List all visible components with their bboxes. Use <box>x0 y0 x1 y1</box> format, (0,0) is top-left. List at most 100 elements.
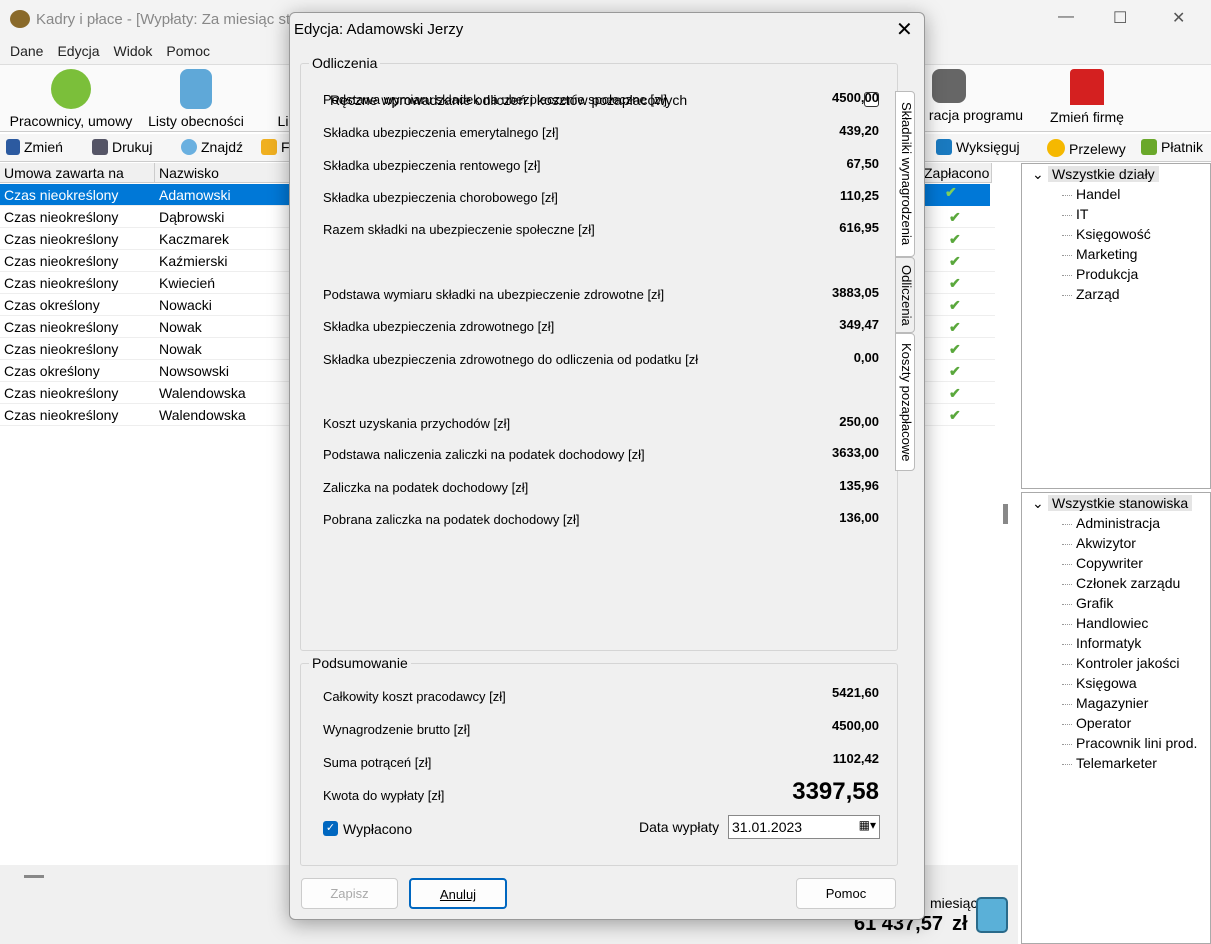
tree-connector <box>1062 544 1072 545</box>
collapse-icon[interactable]: ⌄ <box>1032 495 1044 512</box>
tree-item[interactable]: Magazynier <box>1076 695 1148 711</box>
calendar-dropdown-icon[interactable]: ▦▾ <box>859 818 876 832</box>
surname-cell: Kaźmierski <box>159 253 228 269</box>
collapse-icon[interactable]: ⌄ <box>1032 166 1044 183</box>
contract-cell: Czas określony <box>4 363 100 379</box>
window-title: Kadry i płace - [Wypłaty: Za miesiąc st <box>36 11 291 28</box>
save-button[interactable]: Zapisz <box>301 878 398 909</box>
filter-button[interactable]: F <box>261 139 290 155</box>
checkmark-icon: ✔ <box>949 231 961 247</box>
coin-icon <box>1047 139 1065 157</box>
find-button[interactable]: Znajdź <box>181 139 243 155</box>
field-label: Składka ubezpieczenia zdrowotnego do odl… <box>323 352 699 367</box>
field-label: Zaliczka na podatek dochodowy [zł] <box>323 480 529 495</box>
vertical-scrollbar-thumb[interactable] <box>1003 504 1008 524</box>
tree-item[interactable]: Handlowiec <box>1076 615 1148 631</box>
field-label: Składka ubezpieczenia chorobowego [zł] <box>323 190 558 205</box>
app-icon <box>10 10 30 28</box>
month-label: miesiąc: <box>930 895 982 911</box>
checkmark-icon: ✔ <box>949 385 961 401</box>
dialog-title: Edycja: Adamowski Jerzy <box>294 21 464 38</box>
tree-item[interactable]: Handel <box>1076 186 1120 202</box>
tree-item[interactable]: Copywriter <box>1076 555 1143 571</box>
summary-value: 1102,42 <box>832 751 879 766</box>
menu-widok[interactable]: Widok <box>114 43 153 59</box>
tree-root-positions[interactable]: Wszystkie stanowiska <box>1048 495 1193 511</box>
menu-edycja[interactable]: Edycja <box>57 43 99 59</box>
calculator-icon[interactable] <box>976 897 1008 933</box>
tree-item[interactable]: Księgowa <box>1076 675 1137 691</box>
tab-salary-components[interactable]: Składniki wynagrodzenia <box>895 91 915 257</box>
table-row[interactable]: Czas nieokreślony Adamowski <box>0 184 290 206</box>
contract-cell: Czas nieokreślony <box>4 341 119 357</box>
departments-tree: ⌄ Wszystkie działy Handel IT Księgowość Mar… <box>1021 163 1211 489</box>
pencil-icon <box>6 139 20 155</box>
surname-cell: Dąbrowski <box>159 209 225 225</box>
lists-button[interactable]: Li <box>276 67 290 129</box>
minimize-button[interactable]: — <box>1058 8 1074 26</box>
maximize-button[interactable]: ☐ <box>1113 8 1127 28</box>
tree-connector <box>1062 255 1072 256</box>
surname-cell: Kaczmarek <box>159 231 230 247</box>
tree-root-departments[interactable]: Wszystkie działy <box>1048 166 1159 182</box>
checkmark-icon: ✔ <box>949 407 961 423</box>
tree-item[interactable]: Administracja <box>1076 515 1160 531</box>
tree-item[interactable]: Zarząd <box>1076 286 1120 302</box>
tree-item[interactable]: Telemarketer <box>1076 755 1157 771</box>
contract-cell: Czas nieokreślony <box>4 253 119 269</box>
dialog-close-button[interactable]: ✕ <box>896 17 913 42</box>
checkmark-icon: ✔ <box>949 209 961 225</box>
checkmark-icon: ✔ <box>949 363 961 379</box>
field-label: Pobrana zaliczka na podatek dochodowy [z… <box>323 512 580 527</box>
close-button[interactable]: ✕ <box>1172 8 1185 28</box>
col-header-paid[interactable]: Zapłacono <box>920 163 992 183</box>
cancel-button[interactable]: Anuluj <box>409 878 507 909</box>
unpost-button[interactable]: Wyksięguj <box>936 139 1020 155</box>
help-button[interactable]: Pomoc <box>796 878 896 909</box>
tree-connector <box>1062 724 1072 725</box>
tree-connector <box>1062 664 1072 665</box>
tab-deductions[interactable]: Odliczenia <box>895 257 915 333</box>
tree-item[interactable]: Informatyk <box>1076 635 1141 651</box>
payment-date-picker[interactable]: 31.01.2023 ▦▾ <box>728 815 880 839</box>
tree-item[interactable]: Kontroler jakości <box>1076 655 1180 671</box>
tree-item[interactable]: Pracownik lini prod. <box>1076 735 1197 751</box>
field-label: Podstawa naliczenia zaliczki na podatek … <box>323 447 645 462</box>
tree-connector <box>1062 215 1072 216</box>
configuration-button[interactable]: racja programu <box>926 67 1026 123</box>
field-value: 0,00 <box>853 350 879 365</box>
menu-pomoc[interactable]: Pomoc <box>166 43 210 59</box>
tree-item[interactable]: Grafik <box>1076 595 1113 611</box>
surname-cell: Nowacki <box>159 297 212 313</box>
surname-cell: Walendowska <box>159 407 246 423</box>
edit-button[interactable]: Zmień <box>6 139 63 155</box>
transfers-button[interactable]: Przelewy <box>1047 139 1126 157</box>
contract-cell: Czas nieokreślony <box>4 209 119 225</box>
change-company-button[interactable]: Zmień firmę <box>1046 67 1128 125</box>
platnik-button[interactable]: Płatnik <box>1141 139 1203 155</box>
field-label: Składka ubezpieczenia emerytalnego [zł] <box>323 125 559 140</box>
field-value: 616,95 <box>839 220 879 235</box>
tree-item[interactable]: Członek zarządu <box>1076 575 1180 591</box>
tree-connector <box>1062 764 1072 765</box>
tree-item[interactable]: Operator <box>1076 715 1131 731</box>
summary-group: Podsumowanie Całkowity koszt pracodawcy … <box>300 655 898 866</box>
col-header-surname[interactable]: Nazwisko <box>155 163 295 183</box>
attendance-button[interactable]: Listy obecności <box>145 67 247 129</box>
menu-dane[interactable]: Dane <box>10 43 43 59</box>
tree-connector <box>1062 195 1072 196</box>
tree-connector <box>1062 744 1072 745</box>
tree-item[interactable]: Akwizytor <box>1076 535 1136 551</box>
tree-connector <box>1062 295 1072 296</box>
tab-nonwage-costs[interactable]: Koszty pozapłacowe <box>895 333 915 471</box>
tree-item[interactable]: Marketing <box>1076 246 1137 262</box>
paid-checkbox[interactable]: ✓ <box>323 821 338 836</box>
tree-item[interactable]: Księgowość <box>1076 226 1151 242</box>
surname-cell: Nowak <box>159 319 202 335</box>
print-button[interactable]: Drukuj <box>92 139 152 155</box>
checkmark-icon: ✔ <box>949 275 961 291</box>
tree-item[interactable]: IT <box>1076 206 1088 222</box>
tree-item[interactable]: Produkcja <box>1076 266 1138 282</box>
col-header-contract[interactable]: Umowa zawarta na <box>0 163 155 183</box>
employees-button[interactable]: Pracownicy, umowy <box>6 67 136 129</box>
